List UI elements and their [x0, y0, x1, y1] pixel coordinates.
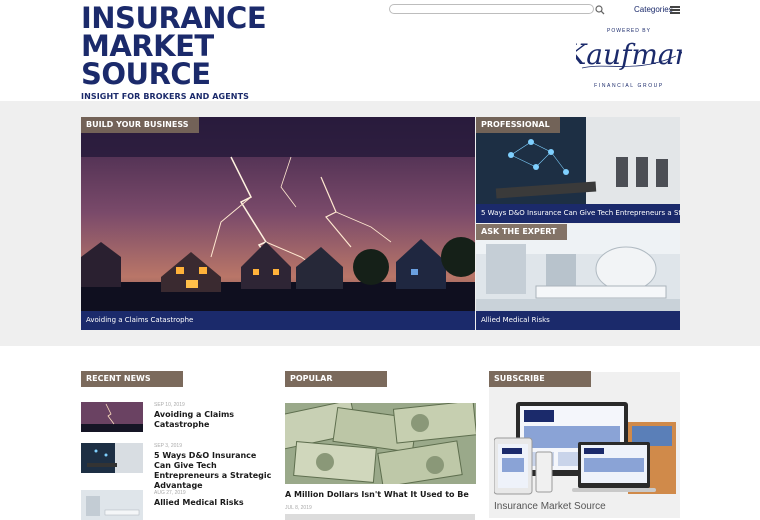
list-item[interactable]: AUG 27, 2019 Allied Medical Risks: [81, 490, 272, 520]
hero-side-bottom-caption[interactable]: Allied Medical Risks: [476, 311, 680, 330]
popular-next-item[interactable]: [285, 514, 475, 520]
sponsor-logo[interactable]: POWERED BY Kaufman FINANCIAL GROUP: [564, 28, 692, 89]
subscribe-heading: SUBSCRIBE: [489, 371, 591, 387]
devices-image: [494, 402, 676, 495]
news-date: SEP 3, 2019: [154, 443, 182, 449]
hero-main-tag[interactable]: BUILD YOUR BUSINESS: [81, 117, 199, 133]
money-image: [285, 403, 476, 484]
hero-main-tile[interactable]: BUILD YOUR BUSINESS Avoiding a Claims Ca…: [81, 117, 475, 330]
site-logo[interactable]: INSURANCE MARKET SOURCE INSIGHT FOR BROK…: [81, 1, 267, 102]
hero-main-caption[interactable]: Avoiding a Claims Catastrophe: [81, 311, 475, 330]
news-thumbnail[interactable]: [81, 443, 143, 473]
menu-icon[interactable]: [670, 6, 680, 14]
news-title[interactable]: Allied Medical Risks: [154, 498, 272, 508]
search-icon[interactable]: [595, 5, 605, 15]
logo-word-1: INSURANCE: [81, 1, 267, 35]
hero-side-bottom-tag[interactable]: ASK THE EXPERT: [476, 224, 567, 240]
list-item[interactable]: SEP 3, 2019 5 Ways D&O Insurance Can Giv…: [81, 443, 271, 490]
search-input[interactable]: [389, 4, 594, 14]
news-title[interactable]: 5 Ways D&O Insurance Can Give Tech Entre…: [154, 451, 272, 491]
logo-word-2: MARKET: [81, 29, 214, 63]
hero-side-bottom-tile[interactable]: ASK THE EXPERT Allied Medical Risks: [476, 224, 680, 330]
logo-word-3: SOURCE: [81, 57, 211, 91]
news-date: AUG 27, 2019: [154, 490, 186, 496]
popular-heading: POPULAR: [285, 371, 387, 387]
news-date: SEP 10, 2019: [154, 402, 185, 408]
sponsor-subtitle: FINANCIAL GROUP: [594, 83, 664, 89]
hero-side-top-tile[interactable]: PROFESSIONAL 5 Ways D&O Insurance Can Gi…: [476, 117, 680, 223]
news-thumbnail[interactable]: [81, 402, 143, 432]
popular-image[interactable]: [285, 403, 476, 484]
categories-link[interactable]: Categories: [634, 5, 673, 14]
news-title[interactable]: Avoiding a Claims Catastrophe: [154, 410, 272, 430]
hero-side-top-caption[interactable]: 5 Ways D&O Insurance Can Give Tech Entre…: [476, 204, 680, 223]
storm-house-image: [81, 117, 475, 330]
hero-side-top-tag[interactable]: PROFESSIONAL: [476, 117, 560, 133]
popular-date: JUL 8, 2019: [285, 505, 312, 511]
subscribe-title[interactable]: Insurance Market Source: [494, 501, 606, 512]
site-header: INSURANCE MARKET SOURCE INSIGHT FOR BROK…: [0, 0, 760, 101]
popular-title[interactable]: A Million Dollars Isn't What It Used to …: [285, 490, 469, 499]
news-thumbnail[interactable]: [81, 490, 143, 520]
logo-tagline: INSIGHT FOR BROKERS AND AGENTS: [81, 92, 250, 101]
recent-news-heading: RECENT NEWS: [81, 371, 183, 387]
kaufman-signature-icon: Kaufman: [564, 38, 692, 71]
list-item[interactable]: SEP 10, 2019 Avoiding a Claims Catastrop…: [81, 402, 271, 434]
